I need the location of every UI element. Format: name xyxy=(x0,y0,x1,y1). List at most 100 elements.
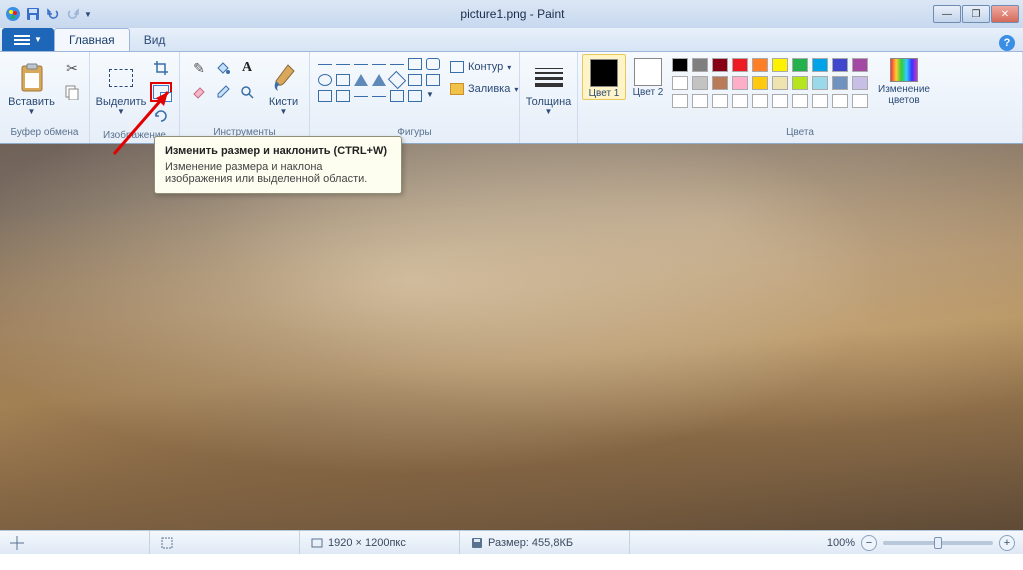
palette-empty[interactable] xyxy=(692,94,708,108)
chevron-down-icon: ▼ xyxy=(28,108,36,117)
palette-empty[interactable] xyxy=(712,94,728,108)
group-shapes: ▼ Контур▾ Заливка▾ Фигуры xyxy=(310,52,520,143)
palette-empty[interactable] xyxy=(672,94,688,108)
redo-icon[interactable] xyxy=(64,5,82,23)
clipboard-icon xyxy=(16,62,48,94)
shapes-gallery[interactable]: ▼ xyxy=(314,54,446,108)
text-icon[interactable]: A xyxy=(236,58,258,78)
palette-swatch[interactable] xyxy=(732,58,748,72)
qat-dropdown-icon[interactable]: ▼ xyxy=(84,10,92,19)
undo-icon[interactable] xyxy=(44,5,62,23)
palette-swatch[interactable] xyxy=(772,76,788,90)
maximize-button[interactable]: ❐ xyxy=(962,5,990,23)
paste-button[interactable]: Вставить ▼ xyxy=(4,54,59,124)
select-button[interactable]: Выделить ▼ xyxy=(94,54,148,124)
resize-icon xyxy=(153,85,169,99)
color2-button[interactable]: Цвет 2 xyxy=(626,54,670,98)
edit-colors-button[interactable]: Изменение цветов xyxy=(872,54,936,106)
palette-swatch[interactable] xyxy=(812,58,828,72)
chevron-down-icon: ▼ xyxy=(117,108,125,117)
zoom-in-button[interactable]: + xyxy=(999,535,1015,551)
quick-access-toolbar: ▼ xyxy=(4,5,92,23)
thickness-button[interactable]: Толщина ▼ xyxy=(524,54,573,124)
tooltip: Изменить размер и наклонить (CTRL+W) Изм… xyxy=(154,136,402,194)
thickness-label: Толщина xyxy=(526,96,572,108)
palette-empty[interactable] xyxy=(732,94,748,108)
group-colors-label: Цвета xyxy=(582,127,1018,143)
brushes-label: Кисти xyxy=(269,96,298,108)
group-thickness-label xyxy=(524,127,573,143)
palette-swatch[interactable] xyxy=(792,76,808,90)
group-clipboard: Вставить ▼ ✂ Буфер обмена xyxy=(0,52,90,143)
palette-swatch[interactable] xyxy=(712,76,728,90)
close-button[interactable]: ✕ xyxy=(991,5,1019,23)
save-icon[interactable] xyxy=(24,5,42,23)
zoom-out-button[interactable]: − xyxy=(861,535,877,551)
group-image: Выделить ▼ Изображение xyxy=(90,52,180,143)
disk-icon xyxy=(470,536,484,550)
palette-empty[interactable] xyxy=(812,94,828,108)
palette-empty[interactable] xyxy=(752,94,768,108)
fill-icon[interactable] xyxy=(212,58,234,78)
group-thickness: Толщина ▼ xyxy=(520,52,578,143)
rotate-icon[interactable] xyxy=(150,106,172,126)
zoom-slider[interactable] xyxy=(883,541,993,545)
palette-swatch[interactable] xyxy=(672,76,688,90)
ribbon-tabs: ▼ Главная Вид ? xyxy=(0,28,1023,52)
palette-swatch[interactable] xyxy=(832,58,848,72)
cut-icon[interactable]: ✂ xyxy=(61,58,83,78)
palette-swatch[interactable] xyxy=(692,76,708,90)
palette-empty[interactable] xyxy=(792,94,808,108)
outline-button[interactable]: Контур▾ xyxy=(446,56,522,78)
eraser-icon[interactable] xyxy=(188,82,210,102)
file-menu-button[interactable]: ▼ xyxy=(2,28,54,51)
paste-label: Вставить xyxy=(8,96,55,108)
help-icon[interactable]: ? xyxy=(999,35,1015,51)
resize-button[interactable] xyxy=(150,82,172,102)
color2-label: Цвет 2 xyxy=(633,88,664,98)
color1-button[interactable]: Цвет 1 xyxy=(582,54,626,100)
dimensions-icon xyxy=(310,536,324,550)
palette-swatch[interactable] xyxy=(672,58,688,72)
palette-swatch[interactable] xyxy=(752,58,768,72)
tab-view[interactable]: Вид xyxy=(130,28,180,51)
filesize-text: Размер: 455,8КБ xyxy=(488,537,573,549)
pencil-icon[interactable]: ✎ xyxy=(188,58,210,78)
minimize-button[interactable]: — xyxy=(933,5,961,23)
color-picker-icon[interactable] xyxy=(212,82,234,102)
palette-swatch[interactable] xyxy=(792,58,808,72)
fill-button[interactable]: Заливка▾ xyxy=(446,78,522,100)
paint-app-icon xyxy=(4,5,22,23)
palette-empty[interactable] xyxy=(852,94,868,108)
zoom-thumb[interactable] xyxy=(934,537,942,549)
crop-icon[interactable] xyxy=(150,58,172,78)
palette-swatch[interactable] xyxy=(712,58,728,72)
edit-colors-label: Изменение цветов xyxy=(872,84,936,106)
group-colors: Цвет 1 Цвет 2 Изменение цветов Цвета xyxy=(578,52,1023,143)
title-bar: ▼ picture1.png - Paint — ❐ ✕ xyxy=(0,0,1023,28)
magnifier-icon[interactable] xyxy=(236,82,258,102)
brush-icon xyxy=(268,62,300,94)
tooltip-title: Изменить размер и наклонить (CTRL+W) xyxy=(165,145,391,157)
palette-swatch[interactable] xyxy=(852,76,868,90)
status-file-size: Размер: 455,8КБ xyxy=(460,531,630,554)
palette-swatch[interactable] xyxy=(732,76,748,90)
copy-icon[interactable] xyxy=(61,82,83,102)
palette-swatch[interactable] xyxy=(692,58,708,72)
palette-swatch[interactable] xyxy=(752,76,768,90)
color1-label: Цвет 1 xyxy=(589,89,620,99)
window-controls: — ❐ ✕ xyxy=(933,5,1019,23)
palette-empty[interactable] xyxy=(772,94,788,108)
palette-swatch[interactable] xyxy=(832,76,848,90)
palette-swatch[interactable] xyxy=(812,76,828,90)
tab-home[interactable]: Главная xyxy=(54,28,130,51)
canvas[interactable] xyxy=(0,144,1023,530)
canvas-area xyxy=(0,144,1023,530)
palette-swatch[interactable] xyxy=(852,58,868,72)
thickness-icon xyxy=(533,62,565,94)
brushes-button[interactable]: Кисти ▼ xyxy=(262,54,305,124)
palette-empty[interactable] xyxy=(832,94,848,108)
fill-label: Заливка xyxy=(468,83,510,95)
zoom-controls: 100% − + xyxy=(819,535,1023,551)
palette-swatch[interactable] xyxy=(772,58,788,72)
